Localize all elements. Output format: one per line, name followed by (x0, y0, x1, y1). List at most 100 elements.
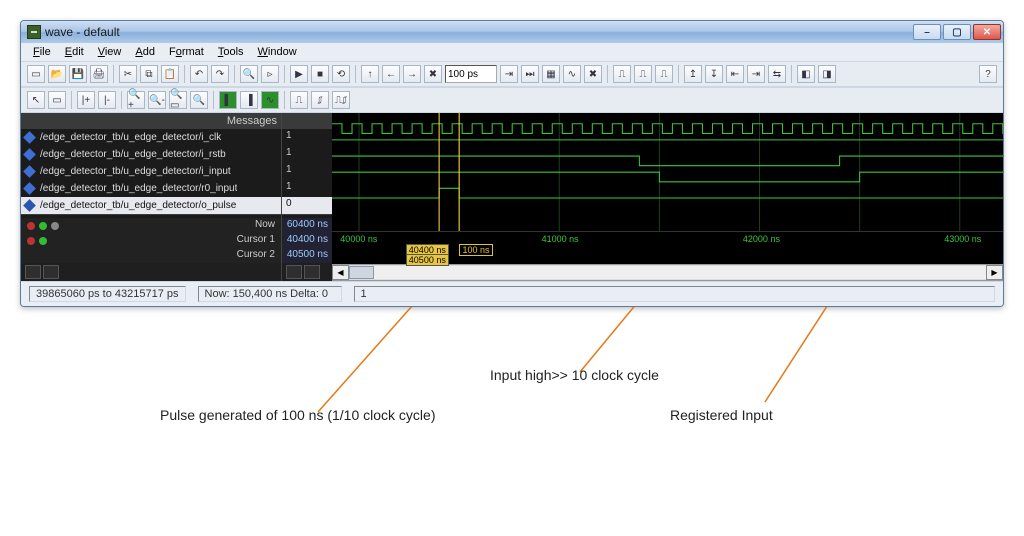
signal-name: /edge_detector_tb/u_edge_detector/r0_inp… (40, 183, 237, 194)
find-icon[interactable]: 🔍 (240, 65, 258, 83)
restart-icon[interactable]: ⟲ (332, 65, 350, 83)
stop-icon[interactable]: ✖ (424, 65, 442, 83)
signal-row[interactable]: /edge_detector_tb/u_edge_detector/i_rstb (21, 146, 281, 163)
signal-diamond-icon (23, 182, 36, 195)
menu-add[interactable]: Add (129, 45, 161, 59)
cursor2-value: 40500 ns (282, 248, 332, 263)
status-bar: 39865060 ps to 43215717 ps Now: 150,400 … (21, 281, 1003, 306)
cursor2-label: Cursor 2 (237, 249, 275, 262)
signal-header: Messages (21, 113, 281, 129)
cursor1-value: 40400 ns (282, 233, 332, 248)
cursor-tool-icon[interactable]: ↖ (27, 91, 45, 109)
signal-row[interactable]: /edge_detector_tb/u_edge_detector/r0_inp… (21, 180, 281, 197)
nav-up-icon[interactable]: ↑ (361, 65, 379, 83)
cursor-bubble-2[interactable]: 40500 ns (406, 254, 449, 266)
waveform-panel[interactable]: 40000 ns 41000 ns 42000 ns 43000 ns 4040… (332, 113, 1003, 281)
cov1-icon[interactable]: ⎍ (613, 65, 631, 83)
menu-edit[interactable]: Edit (59, 45, 90, 59)
nav-left-icon[interactable]: ← (382, 65, 400, 83)
rise-icon[interactable]: ⎍ (290, 91, 308, 109)
fmt-green-icon[interactable]: ▌ (219, 91, 237, 109)
menu-view[interactable]: View (92, 45, 128, 59)
step-icon[interactable]: ▹ (261, 65, 279, 83)
menubar: File Edit View Add Format Tools Window (21, 43, 1003, 61)
edge-up-icon[interactable]: ↥ (684, 65, 702, 83)
fall-icon[interactable]: ⎎ (311, 91, 329, 109)
panel-btn[interactable] (286, 265, 302, 279)
menu-format[interactable]: Format (163, 45, 210, 59)
waveform-body[interactable] (332, 113, 1003, 231)
toolbar-2: ↖ ▭ |+ |- 🔍+ 🔍- 🔍▭ 🔍 ▌ ▐ ∿ ⎍ ⎎ ⎍⎎ (21, 87, 1003, 113)
panel-btn[interactable] (25, 265, 41, 279)
cut-icon[interactable]: ✂ (119, 65, 137, 83)
mem-icon[interactable]: ▦ (542, 65, 560, 83)
signal-value: 1 (282, 163, 332, 180)
fmt-analog-icon[interactable]: ∿ (261, 91, 279, 109)
signal-list-panel: Messages /edge_detector_tb/u_edge_detect… (21, 113, 281, 281)
time-ruler[interactable]: 40000 ns 41000 ns 42000 ns 43000 ns 4040… (332, 231, 1003, 264)
toolbar-1: ▭ 📂 💾 🖨 ✂ ⧉ 📋 ↶ ↷ 🔍 ▹ ▶ ■ ⟲ ↑ ← → ✖ ⇥ ⏭ … (21, 61, 1003, 87)
value-panel: 1 1 1 1 0 60400 ns 40400 ns 40500 ns (281, 113, 332, 281)
cov2-icon[interactable]: ⎍ (634, 65, 652, 83)
del-cursor-icon[interactable]: |- (98, 91, 116, 109)
now-value: 60400 ns (282, 218, 332, 233)
select-area-icon[interactable]: ▭ (48, 91, 66, 109)
edge-prev-icon[interactable]: ⇤ (726, 65, 744, 83)
paste-icon[interactable]: 📋 (161, 65, 179, 83)
edge-next-icon[interactable]: ⇥ (747, 65, 765, 83)
run-all-icon[interactable]: ⏭ (521, 65, 539, 83)
undo-icon[interactable]: ↶ (190, 65, 208, 83)
signal-value: 0 (282, 197, 332, 214)
wave-icon[interactable]: ∿ (563, 65, 581, 83)
print-icon[interactable]: 🖨 (90, 65, 108, 83)
fmt-bus-icon[interactable]: ▐ (240, 91, 258, 109)
minimize-button[interactable]: – (913, 24, 941, 40)
new-icon[interactable]: ▭ (27, 65, 45, 83)
signal-row[interactable]: /edge_detector_tb/u_edge_detector/i_inpu… (21, 163, 281, 180)
waveform-traces (332, 124, 1003, 198)
misc1-icon[interactable]: ◧ (797, 65, 815, 83)
save-icon[interactable]: 💾 (69, 65, 87, 83)
edge-any-icon[interactable]: ⇆ (768, 65, 786, 83)
add-cursor-icon[interactable]: |+ (77, 91, 95, 109)
edge-dn-icon[interactable]: ↧ (705, 65, 723, 83)
stop2-icon[interactable]: ✖ (584, 65, 602, 83)
scroll-right-icon[interactable]: ▶ (986, 265, 1003, 280)
panel-btn[interactable] (43, 265, 59, 279)
nav-right-icon[interactable]: → (403, 65, 421, 83)
copy-icon[interactable]: ⧉ (140, 65, 158, 83)
maximize-button[interactable]: ▢ (943, 24, 971, 40)
cov3-icon[interactable]: ⎍ (655, 65, 673, 83)
h-scrollbar[interactable]: ◀ ▶ (332, 264, 1003, 281)
help-icon[interactable]: ? (979, 65, 997, 83)
zoom-full-icon[interactable]: 🔍▭ (169, 91, 187, 109)
scroll-track[interactable] (349, 266, 986, 279)
close-button[interactable]: ✕ (973, 24, 1001, 40)
zoom-out-icon[interactable]: 🔍- (148, 91, 166, 109)
signal-diamond-icon (23, 165, 36, 178)
app-icon (27, 25, 41, 39)
break-icon[interactable]: ■ (311, 65, 329, 83)
time-field[interactable] (445, 65, 497, 83)
zoom-fit-icon[interactable]: 🔍 (190, 91, 208, 109)
run-icon[interactable]: ▶ (290, 65, 308, 83)
menu-window[interactable]: Window (252, 45, 303, 59)
signal-row-selected[interactable]: /edge_detector_tb/u_edge_detector/o_puls… (21, 197, 281, 214)
scroll-left-icon[interactable]: ◀ (332, 265, 349, 280)
zoom-in-icon[interactable]: 🔍+ (127, 91, 145, 109)
open-icon[interactable]: 📂 (48, 65, 66, 83)
scroll-thumb[interactable] (349, 266, 374, 279)
panel-btn[interactable] (304, 265, 320, 279)
step-time-icon[interactable]: ⇥ (500, 65, 518, 83)
edge-icon[interactable]: ⎍⎎ (332, 91, 350, 109)
menu-file[interactable]: File (27, 45, 57, 59)
misc2-icon[interactable]: ◨ (818, 65, 836, 83)
redo-icon[interactable]: ↷ (211, 65, 229, 83)
signal-row[interactable]: /edge_detector_tb/u_edge_detector/i_clk (21, 129, 281, 146)
ruler-tick: 40000 ns (340, 234, 377, 244)
titlebar[interactable]: wave - default – ▢ ✕ (21, 21, 1003, 43)
cursor1-label: Cursor 1 (237, 234, 275, 247)
menu-tools[interactable]: Tools (212, 45, 250, 59)
app-window: wave - default – ▢ ✕ File Edit View Add … (20, 20, 1004, 307)
signal-name: /edge_detector_tb/u_edge_detector/i_clk (40, 132, 221, 143)
